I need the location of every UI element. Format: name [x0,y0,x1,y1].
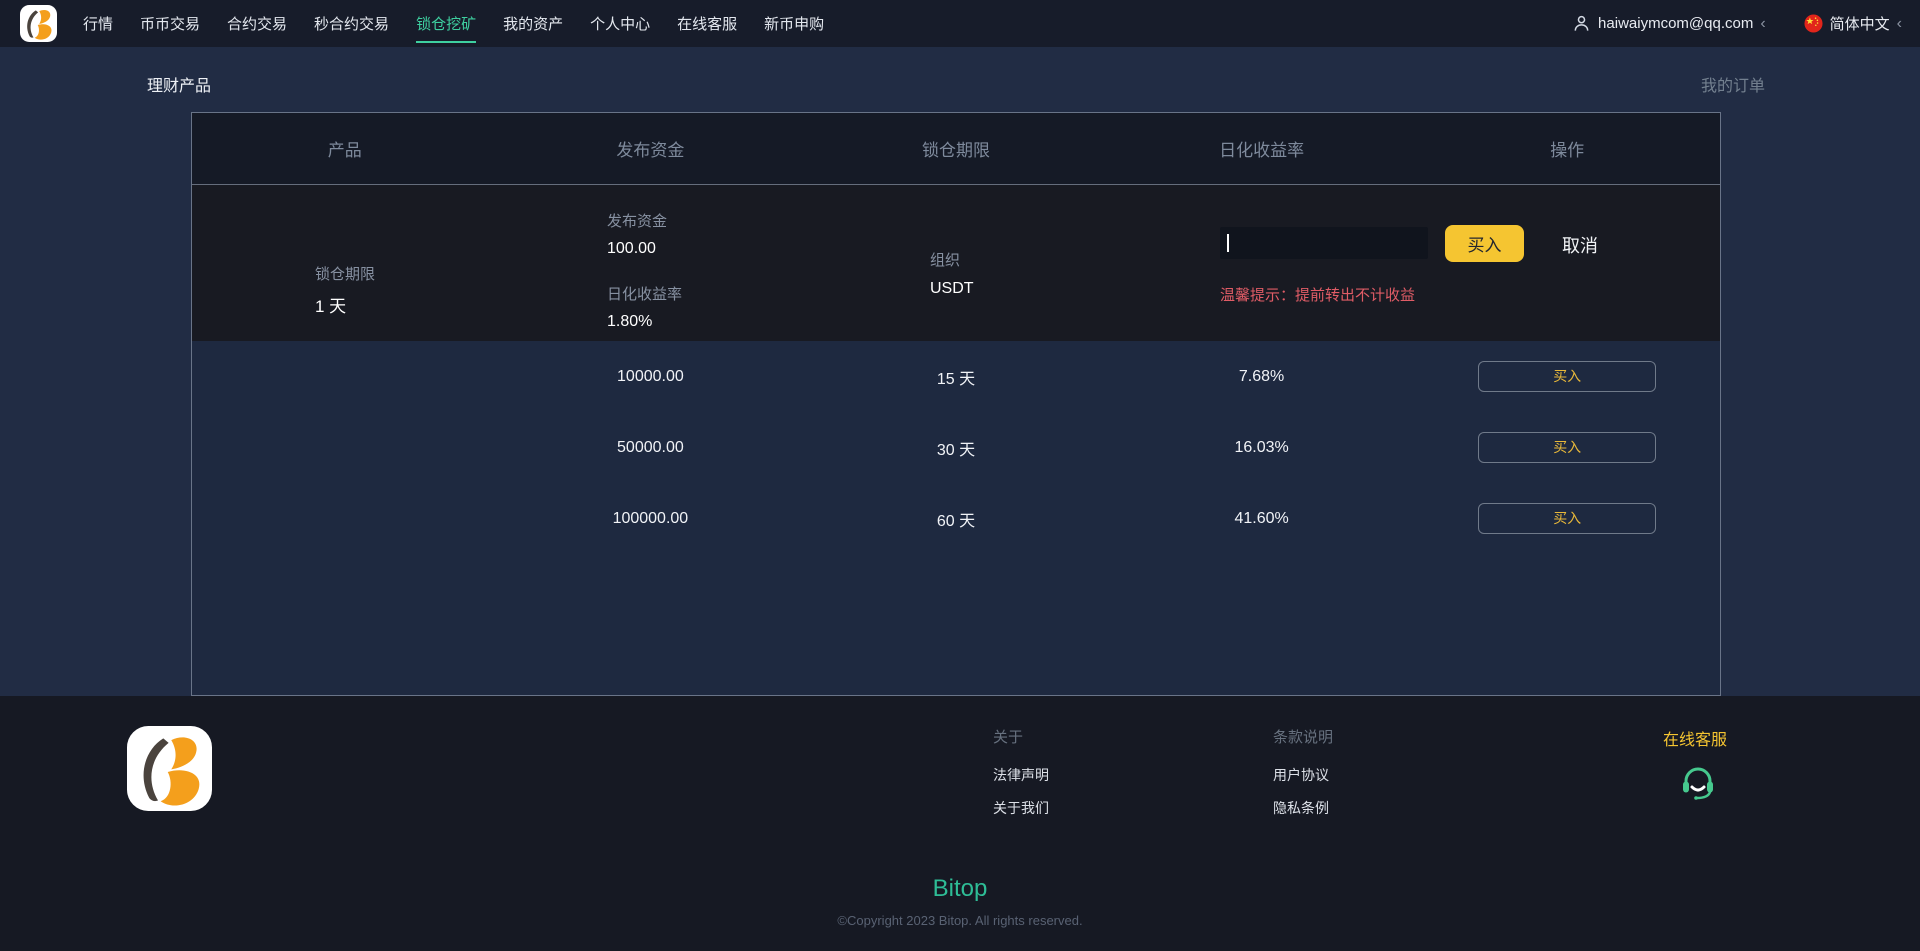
lock-period-label: 锁仓期限 [314,266,375,283]
footer-link[interactable]: 隐私条例 [1273,798,1333,818]
bitop-logo-icon[interactable] [20,5,57,42]
table-row: 100000.00 60 天 41.60% 买入 [192,483,1720,554]
page-title: 理财产品 [147,78,212,95]
action-cell: 买入 [1414,361,1720,392]
organization-value: USDT [930,280,974,297]
rate-cell: 7.68% [1238,367,1285,385]
nav-menu: 行情 币币交易 合约交易 秒合约交易 锁仓挖矿 我的资产 个人中心 在线客服 新… [83,13,824,43]
column-header: 产品 [327,141,362,160]
headset-icon[interactable] [1678,762,1718,802]
period-cell: 60 天 [936,512,976,530]
amount-input[interactable] [1220,227,1428,259]
buy-button[interactable]: 买入 [1478,361,1657,392]
my-orders-link[interactable]: 我的订单 [1701,72,1765,96]
language-selector[interactable]: 简体中文 ‹ [1804,13,1902,34]
buy-button[interactable]: 买入 [1445,225,1524,262]
fund-rate-cell: 发布资金 100.00 日化收益率 1.80% [607,210,682,331]
nav-item[interactable]: 个人中心 [590,13,650,34]
action-cell: 买入 [1414,432,1720,463]
copyright: ©Copyright 2023 Bitop. All rights reserv… [837,913,1083,928]
nav-item[interactable]: 币币交易 [140,13,200,34]
nav-item[interactable]: 新币申购 [764,13,824,34]
organization-cell: 组织 USDT [930,249,974,298]
footer-link[interactable]: 法律声明 [993,765,1049,785]
column-header: 锁仓期限 [921,141,990,160]
nav-item[interactable]: 在线客服 [677,13,737,34]
account-email: haiwaiymcom@qq.com [1598,15,1754,32]
fund-cell: 10000.00 [617,367,684,385]
fund-label: 发布资金 [607,213,668,230]
main-content: 理财产品 我的订单 产品 发布资金 锁仓期限 日化收益率 操作 锁仓期限 1 天 [0,47,1920,696]
column-header: 日化收益率 [1219,141,1305,160]
nav-item[interactable]: 行情 [83,13,113,34]
product-cell: 锁仓期限 1 天 [192,263,498,317]
table-header-row: 产品 发布资金 锁仓期限 日化收益率 操作 [192,113,1720,185]
bitop-logo-icon [127,726,212,811]
table-row: 10000.00 15 天 7.68% 买入 [192,341,1720,412]
china-flag-icon [1804,14,1823,33]
rate-cell: 16.03% [1234,438,1289,456]
buy-button[interactable]: 买入 [1478,503,1657,534]
action-cell: 买入 [1414,503,1720,534]
rate-value: 1.80% [607,313,653,330]
cancel-button[interactable]: 取消 [1556,231,1604,259]
column-header: 发布资金 [616,141,685,160]
table-row: 50000.00 30 天 16.03% 买入 [192,412,1720,483]
terms-heading: 条款说明 [1273,729,1334,746]
nav-item[interactable]: 秒合约交易 [314,13,389,34]
lock-period-value: 1 天 [314,297,347,316]
text-caret [1227,234,1229,252]
fund-cell: 50000.00 [617,438,684,456]
column-header: 操作 [1550,141,1585,160]
amount-input-wrap [1220,227,1428,259]
top-navbar: 行情 币币交易 合约交易 秒合约交易 锁仓挖矿 我的资产 个人中心 在线客服 新… [0,0,1920,47]
rate-label: 日化收益率 [607,286,683,303]
footer: 关于 法律声明关于我们 条款说明 用户协议隐私条例 在线客服 Bitop ©Co… [0,696,1920,951]
period-cell: 15 天 [936,370,976,388]
buy-button[interactable]: 买入 [1478,432,1657,463]
navbar-right: haiwaiymcom@qq.com ‹ 简体中文 ‹ [1572,13,1902,34]
chevron-icon: ‹ [1760,14,1766,32]
products-table: 产品 发布资金 锁仓期限 日化收益率 操作 锁仓期限 1 天 发布资金 100.… [191,112,1721,696]
expanded-product-row: 锁仓期限 1 天 发布资金 100.00 日化收益率 1.80% 组织 USDT… [192,185,1720,341]
warning-text: 温馨提示：提前转出不计收益 [1220,287,1416,304]
nav-item[interactable]: 合约交易 [227,13,287,34]
footer-terms-column: 条款说明 用户协议隐私条例 [1273,726,1333,831]
fund-cell: 100000.00 [612,509,689,527]
chevron-icon: ‹ [1896,14,1902,32]
account-menu[interactable]: haiwaiymcom@qq.com ‹ [1572,14,1766,33]
rate-cell: 41.60% [1234,509,1289,527]
footer-link[interactable]: 关于我们 [993,798,1049,818]
organization-label: 组织 [930,252,961,269]
about-heading: 关于 [993,729,1024,746]
footer-link[interactable]: 用户协议 [1273,765,1333,785]
nav-item[interactable]: 我的资产 [503,13,563,34]
language-label: 简体中文 [1829,16,1890,33]
footer-about-column: 关于 法律声明关于我们 [993,726,1049,831]
table-body: 10000.00 15 天 7.68% 买入 50000.00 30 天 16.… [192,341,1720,554]
person-icon [1574,15,1589,31]
online-service-link[interactable]: 在线客服 [1663,726,1727,750]
nav-item[interactable]: 锁仓挖矿 [416,13,477,43]
brand-name: Bitop [932,875,988,902]
fund-value: 100.00 [607,240,656,257]
period-cell: 30 天 [936,441,976,459]
